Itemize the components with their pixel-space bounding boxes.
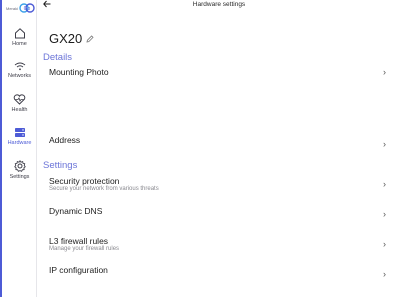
row-title: Security protection xyxy=(49,176,120,186)
home-icon xyxy=(14,28,25,39)
sidebar-item-label: Health xyxy=(11,107,28,113)
heart-pulse-icon xyxy=(13,94,26,105)
row-subtitle: Secure your network from various threats xyxy=(49,186,159,192)
gear-icon xyxy=(13,160,26,172)
address-row[interactable]: Address › xyxy=(49,135,386,149)
row-title: Dynamic DNS xyxy=(49,206,103,216)
chevron-right-icon: › xyxy=(383,239,386,249)
sidebar-item-health[interactable]: Health xyxy=(2,94,37,128)
sidebar-item-label: Networks xyxy=(8,73,31,79)
chevron-right-icon: › xyxy=(383,269,386,279)
section-title-details: Details xyxy=(43,52,73,63)
mounting-photo-row[interactable]: Mounting Photo › xyxy=(49,67,386,77)
section-title-settings: Settings xyxy=(43,160,78,171)
l3-firewall-rules-row[interactable]: L3 firewall rules Manage your firewall r… xyxy=(49,236,386,253)
dynamic-dns-row[interactable]: Dynamic DNS › xyxy=(49,206,386,219)
sidebar-item-label: Settings xyxy=(9,174,30,180)
sidebar-item-settings[interactable]: Settings xyxy=(2,160,37,194)
logo: Meraki Go xyxy=(6,3,35,13)
sidebar-item-networks[interactable]: Networks xyxy=(2,61,37,95)
ip-configuration-row[interactable]: IP configuration › xyxy=(49,265,386,279)
row-title: Address xyxy=(49,135,81,145)
sidebar-item-label: Home xyxy=(12,41,27,47)
sidebar-item-hardware[interactable]: Hardware xyxy=(2,127,37,161)
top-bar: Hardware settings xyxy=(38,0,400,13)
device-name: GX20 xyxy=(49,31,83,46)
sidebar: Meraki Go Home Networks Health Hardware … xyxy=(0,0,37,297)
chevron-right-icon: › xyxy=(383,139,386,149)
row-subtitle: Manage your firewall rules xyxy=(49,246,120,252)
logo-text: Meraki xyxy=(6,5,19,11)
sidebar-item-home[interactable]: Home xyxy=(2,27,37,61)
page-title: Hardware settings xyxy=(192,1,246,8)
chevron-right-icon: › xyxy=(383,179,386,189)
pencil-icon[interactable] xyxy=(86,34,94,43)
chevron-right-icon: › xyxy=(383,67,386,77)
row-title: L3 firewall rules xyxy=(49,236,109,246)
hardware-icon xyxy=(14,128,25,137)
sidebar-item-label: Hardware xyxy=(7,140,32,146)
logo-icon: Go xyxy=(19,3,35,13)
device-title: GX20 xyxy=(49,31,94,46)
wifi-icon xyxy=(14,62,25,71)
chevron-right-icon: › xyxy=(383,209,386,219)
row-title: IP configuration xyxy=(49,265,108,275)
row-title: Mounting Photo xyxy=(49,67,109,77)
security-protection-row[interactable]: Security protection Secure your network … xyxy=(49,176,386,193)
svg-text:Go: Go xyxy=(24,6,31,12)
